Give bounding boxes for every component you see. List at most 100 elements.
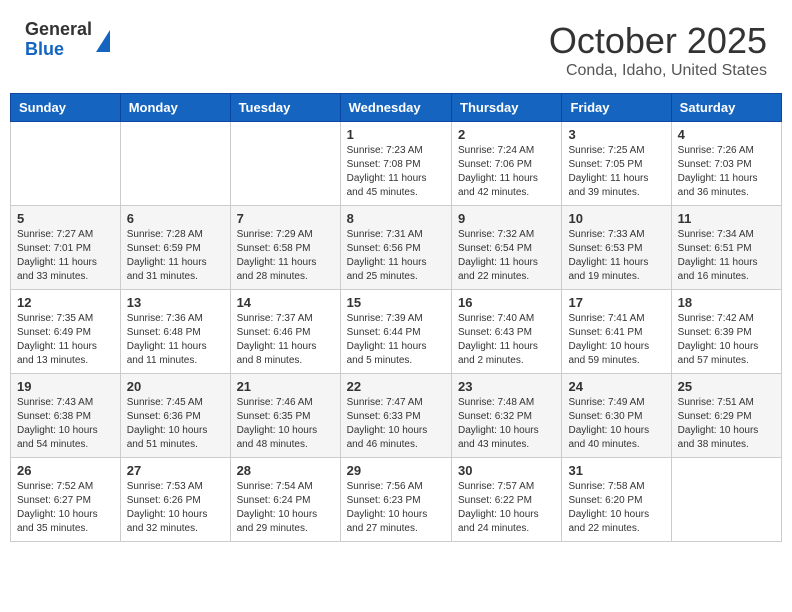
day-info: Sunrise: 7:37 AM Sunset: 6:46 PM Dayligh… (237, 312, 334, 368)
calendar-header-saturday: Saturday (671, 94, 781, 122)
day-number: 17 (568, 295, 664, 310)
location-subtitle: Conda, Idaho, United States (549, 62, 767, 80)
day-number: 30 (458, 463, 555, 478)
logo-blue: Blue (25, 40, 92, 60)
page-header: General Blue October 2025 Conda, Idaho, … (10, 10, 782, 85)
day-info: Sunrise: 7:29 AM Sunset: 6:58 PM Dayligh… (237, 228, 334, 284)
calendar-cell: 2Sunrise: 7:24 AM Sunset: 7:06 PM Daylig… (452, 122, 562, 206)
day-info: Sunrise: 7:23 AM Sunset: 7:08 PM Dayligh… (347, 144, 445, 200)
day-info: Sunrise: 7:34 AM Sunset: 6:51 PM Dayligh… (678, 228, 775, 284)
day-number: 28 (237, 463, 334, 478)
day-number: 16 (458, 295, 555, 310)
day-info: Sunrise: 7:49 AM Sunset: 6:30 PM Dayligh… (568, 396, 664, 452)
calendar-cell: 22 Sunrise: 7:47 AM Sunset: 6:33 PM Dayli… (340, 374, 451, 458)
day-info: Sunrise: 7:46 AM Sunset: 6:35 PM Dayligh… (237, 396, 334, 452)
calendar-header-friday: Friday (562, 94, 671, 122)
day-number: 11 (678, 211, 775, 226)
calendar-cell: 17 Sunrise: 7:41 AM Sunset: 6:41 PM Dayli… (562, 290, 671, 374)
day-info: Sunrise: 7:35 AM Sunset: 6:49 PM Dayligh… (17, 312, 114, 368)
day-info: Sunrise: 7:57 AM Sunset: 6:22 PM Dayligh… (458, 480, 555, 536)
calendar-cell: 31 Sunrise: 7:58 AM Sunset: 6:20 PM Dayli… (562, 458, 671, 542)
day-info: Sunrise: 7:56 AM Sunset: 6:23 PM Dayligh… (347, 480, 445, 536)
calendar-cell: 18 Sunrise: 7:42 AM Sunset: 6:39 PM Dayli… (671, 290, 781, 374)
calendar-cell: 28 Sunrise: 7:54 AM Sunset: 6:24 PM Dayli… (230, 458, 340, 542)
calendar-week-row: 1 Sunrise: 7:23 AM Sunset: 7:08 PM Daylig… (11, 122, 782, 206)
calendar-cell: 20 Sunrise: 7:45 AM Sunset: 6:36 PM Dayli… (120, 374, 230, 458)
day-number: 15 (347, 295, 445, 310)
calendar-table: SundayMondayTuesdayWednesdayThursdayFrid… (10, 93, 782, 542)
day-info: Sunrise: 7:39 AM Sunset: 6:44 PM Dayligh… (347, 312, 445, 368)
calendar-week-row: 19 Sunrise: 7:43 AM Sunset: 6:38 PM Dayli… (11, 374, 782, 458)
calendar-cell: 23 Sunrise: 7:48 AM Sunset: 6:32 PM Dayli… (452, 374, 562, 458)
day-info: Sunrise: 7:42 AM Sunset: 6:39 PM Dayligh… (678, 312, 775, 368)
logo-triangle-icon (96, 30, 110, 52)
day-info: Sunrise: 7:52 AM Sunset: 6:27 PM Dayligh… (17, 480, 114, 536)
calendar-cell: 9Sunrise: 7:32 AM Sunset: 6:54 PM Daylig… (452, 206, 562, 290)
calendar-cell (120, 122, 230, 206)
day-info: Sunrise: 7:58 AM Sunset: 6:20 PM Dayligh… (568, 480, 664, 536)
calendar-week-row: 26 Sunrise: 7:52 AM Sunset: 6:27 PM Dayli… (11, 458, 782, 542)
calendar-header-wednesday: Wednesday (340, 94, 451, 122)
calendar-cell: 30 Sunrise: 7:57 AM Sunset: 6:22 PM Dayli… (452, 458, 562, 542)
day-number: 14 (237, 295, 334, 310)
day-number: 10 (568, 211, 664, 226)
day-number: 4 (678, 127, 775, 142)
day-info: Sunrise: 7:28 AM Sunset: 6:59 PM Dayligh… (127, 228, 224, 284)
calendar-cell: 29Sunrise: 7:56 AM Sunset: 6:23 PM Dayli… (340, 458, 451, 542)
calendar-cell: 14 Sunrise: 7:37 AM Sunset: 6:46 PM Dayli… (230, 290, 340, 374)
day-number: 12 (17, 295, 114, 310)
calendar-header-sunday: Sunday (11, 94, 121, 122)
day-number: 22 (347, 379, 445, 394)
calendar-cell: 25Sunrise: 7:51 AM Sunset: 6:29 PM Dayli… (671, 374, 781, 458)
calendar-cell: 11 Sunrise: 7:34 AM Sunset: 6:51 PM Dayli… (671, 206, 781, 290)
day-number: 21 (237, 379, 334, 394)
day-number: 3 (568, 127, 664, 142)
calendar-cell: 5Sunrise: 7:27 AM Sunset: 7:01 PM Daylig… (11, 206, 121, 290)
day-info: Sunrise: 7:27 AM Sunset: 7:01 PM Dayligh… (17, 228, 114, 284)
calendar-header-monday: Monday (120, 94, 230, 122)
day-info: Sunrise: 7:41 AM Sunset: 6:41 PM Dayligh… (568, 312, 664, 368)
day-number: 24 (568, 379, 664, 394)
day-number: 1 (347, 127, 445, 142)
day-number: 23 (458, 379, 555, 394)
day-number: 7 (237, 211, 334, 226)
day-number: 27 (127, 463, 224, 478)
calendar-header-tuesday: Tuesday (230, 94, 340, 122)
day-info: Sunrise: 7:43 AM Sunset: 6:38 PM Dayligh… (17, 396, 114, 452)
logo-text: General Blue (25, 20, 92, 60)
day-number: 19 (17, 379, 114, 394)
calendar-cell: 15 Sunrise: 7:39 AM Sunset: 6:44 PM Dayli… (340, 290, 451, 374)
calendar-cell: 26 Sunrise: 7:52 AM Sunset: 6:27 PM Dayli… (11, 458, 121, 542)
day-info: Sunrise: 7:26 AM Sunset: 7:03 PM Dayligh… (678, 144, 775, 200)
calendar-cell: 8Sunrise: 7:31 AM Sunset: 6:56 PM Daylig… (340, 206, 451, 290)
calendar-header-row: SundayMondayTuesdayWednesdayThursdayFrid… (11, 94, 782, 122)
calendar-cell: 3Sunrise: 7:25 AM Sunset: 7:05 PM Daylig… (562, 122, 671, 206)
calendar-cell: 10 Sunrise: 7:33 AM Sunset: 6:53 PM Dayli… (562, 206, 671, 290)
calendar-cell (671, 458, 781, 542)
day-info: Sunrise: 7:36 AM Sunset: 6:48 PM Dayligh… (127, 312, 224, 368)
calendar-cell: 27 Sunrise: 7:53 AM Sunset: 6:26 PM Dayli… (120, 458, 230, 542)
day-info: Sunrise: 7:54 AM Sunset: 6:24 PM Dayligh… (237, 480, 334, 536)
day-number: 18 (678, 295, 775, 310)
day-number: 20 (127, 379, 224, 394)
calendar-week-row: 5Sunrise: 7:27 AM Sunset: 7:01 PM Daylig… (11, 206, 782, 290)
calendar-cell: 21 Sunrise: 7:46 AM Sunset: 6:35 PM Dayli… (230, 374, 340, 458)
day-info: Sunrise: 7:53 AM Sunset: 6:26 PM Dayligh… (127, 480, 224, 536)
calendar-cell: 4 Sunrise: 7:26 AM Sunset: 7:03 PM Daylig… (671, 122, 781, 206)
day-info: Sunrise: 7:47 AM Sunset: 6:33 PM Dayligh… (347, 396, 445, 452)
calendar-cell: 7 Sunrise: 7:29 AM Sunset: 6:58 PM Daylig… (230, 206, 340, 290)
day-info: Sunrise: 7:48 AM Sunset: 6:32 PM Dayligh… (458, 396, 555, 452)
month-title: October 2025 (549, 20, 767, 62)
calendar-cell: 1 Sunrise: 7:23 AM Sunset: 7:08 PM Daylig… (340, 122, 451, 206)
day-number: 31 (568, 463, 664, 478)
calendar-week-row: 12 Sunrise: 7:35 AM Sunset: 6:49 PM Dayli… (11, 290, 782, 374)
logo-general: General (25, 20, 92, 40)
day-number: 26 (17, 463, 114, 478)
calendar-cell: 24 Sunrise: 7:49 AM Sunset: 6:30 PM Dayli… (562, 374, 671, 458)
day-info: Sunrise: 7:33 AM Sunset: 6:53 PM Dayligh… (568, 228, 664, 284)
calendar-cell: 12 Sunrise: 7:35 AM Sunset: 6:49 PM Dayli… (11, 290, 121, 374)
calendar-cell: 19 Sunrise: 7:43 AM Sunset: 6:38 PM Dayli… (11, 374, 121, 458)
day-info: Sunrise: 7:45 AM Sunset: 6:36 PM Dayligh… (127, 396, 224, 452)
day-number: 6 (127, 211, 224, 226)
day-info: Sunrise: 7:40 AM Sunset: 6:43 PM Dayligh… (458, 312, 555, 368)
